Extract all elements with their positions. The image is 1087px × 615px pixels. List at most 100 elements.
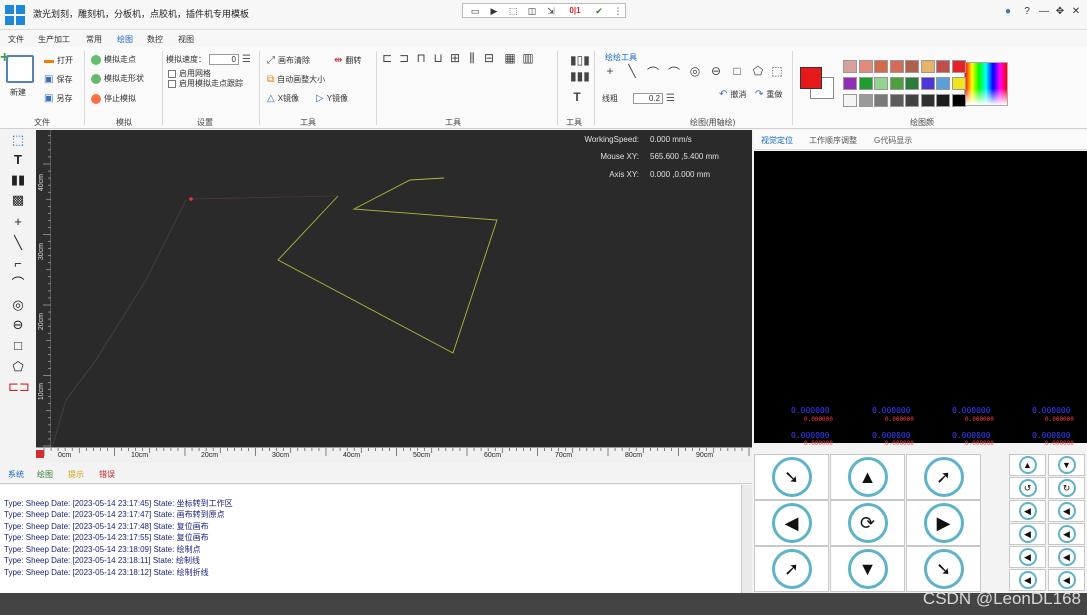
jog-right-button[interactable]: ▶	[906, 500, 981, 546]
sim-speed-input[interactable]: 0	[209, 54, 239, 65]
window-icon[interactable]: ▭	[469, 5, 481, 17]
line-tool-icon[interactable]: ╲	[8, 235, 28, 251]
mirror-y-button[interactable]: ▷ Y镜像	[316, 93, 348, 104]
color-swatch[interactable]	[920, 77, 935, 90]
color-swatch[interactable]	[936, 94, 950, 107]
distribute-h-icon[interactable]: ⫼	[465, 51, 479, 66]
tab-error[interactable]: 错误	[99, 469, 115, 480]
spinner-icon[interactable]: ☰	[666, 93, 675, 104]
clear-canvas-button[interactable]: ⤢ 画布清除	[267, 55, 310, 66]
color-swatch[interactable]	[889, 77, 904, 90]
ellipse-icon[interactable]: ⊖	[709, 64, 723, 78]
tab-production[interactable]: 生产加工	[38, 34, 70, 45]
color-swatch[interactable]	[936, 77, 950, 90]
jog-home-button[interactable]: ⟳	[830, 500, 905, 546]
export-icon[interactable]: ⇲	[545, 5, 557, 17]
ellipse-tool-icon[interactable]: ⊖	[8, 317, 28, 333]
align-right-icon[interactable]: ⊐	[397, 51, 411, 65]
color-swatch[interactable]	[951, 60, 966, 73]
color-swatch[interactable]	[951, 77, 966, 90]
more-icon[interactable]: ⋮	[612, 5, 624, 17]
trace-checkbox[interactable]: 启用模拟走点跟踪	[168, 78, 243, 89]
line-width-input[interactable]: 0.2	[633, 93, 663, 104]
spinner-icon[interactable]: ☰	[242, 54, 251, 65]
color-swatch[interactable]	[858, 60, 873, 73]
barcode-123-icon[interactable]: ▮▮▮	[570, 69, 590, 83]
color-swatch[interactable]	[889, 60, 904, 73]
rectangle-tool-icon[interactable]: □	[8, 338, 28, 354]
point-tool-icon[interactable]: +	[8, 214, 28, 230]
color-swatch[interactable]	[951, 94, 966, 107]
tab-cnc[interactable]: 数控	[147, 34, 163, 45]
simulate-point-button[interactable]: 模拟走点	[91, 54, 136, 65]
color-swatch[interactable]	[889, 94, 904, 107]
check-icon[interactable]: ✔	[593, 5, 605, 17]
flip-button[interactable]: ⇹ 翻转	[334, 55, 361, 66]
arc-tool-icon[interactable]: ⌒	[8, 276, 28, 292]
jog-z-up-button[interactable]: ▲	[1009, 454, 1046, 476]
color-swatch[interactable]	[920, 94, 935, 107]
io-badge[interactable]: 0|1	[564, 5, 586, 17]
undo-button[interactable]: ↶ 撤消	[719, 89, 746, 100]
select-region-icon[interactable]: ⬚	[770, 64, 784, 78]
align-center-icon[interactable]: ⊞	[448, 51, 462, 65]
color-swatch[interactable]	[843, 77, 857, 90]
distribute-v-icon[interactable]: ⊟	[482, 51, 496, 65]
jog-axis-left-button[interactable]: ◀	[1009, 546, 1046, 568]
redo-button[interactable]: ↷ 重做	[755, 89, 782, 100]
grid-icon[interactable]: ▦	[503, 51, 517, 65]
jog-axis-left-button[interactable]: ◀	[1009, 569, 1046, 591]
tab-file[interactable]: 文件	[8, 34, 24, 45]
jog-axis-left-button[interactable]: ◀	[1009, 523, 1046, 545]
qrcode-tool-icon[interactable]: ▩	[8, 192, 28, 208]
tab-drawing[interactable]: 绘图	[37, 469, 53, 480]
maximize-icon[interactable]: ✥	[1053, 6, 1067, 17]
cursor-icon[interactable]: ⬚	[507, 5, 519, 17]
jog-axis-right-button[interactable]: ◀	[1048, 523, 1085, 545]
foreground-color-swatch[interactable]	[800, 67, 822, 89]
new-button[interactable]: 新建	[10, 87, 26, 98]
jog-axis-right-button[interactable]: ◀	[1048, 546, 1085, 568]
tab-work-order[interactable]: 工作顺序调整	[809, 135, 857, 146]
align-bottom-icon[interactable]: ⊔	[431, 51, 445, 65]
barcode-icon[interactable]: ▮▯▮	[570, 53, 590, 67]
close-icon[interactable]: ✕	[1069, 6, 1083, 17]
color-swatch[interactable]	[905, 60, 919, 73]
jog-up-button[interactable]: ▲	[830, 454, 905, 500]
color-swatch[interactable]	[843, 94, 857, 107]
color-swatch[interactable]	[936, 60, 950, 73]
crosshair-icon[interactable]: +	[603, 64, 617, 78]
tab-vision-position[interactable]: 视觉定位	[761, 135, 793, 146]
color-swatch[interactable]	[874, 60, 888, 73]
pentagon-icon[interactable]: ⬠	[751, 64, 765, 78]
jog-axis-right-button[interactable]: ◀	[1048, 500, 1085, 522]
video-icon[interactable]: ▶	[488, 5, 500, 17]
polygon-tool-icon[interactable]: ⬠	[8, 359, 28, 375]
rectangle-icon[interactable]: □	[730, 64, 744, 78]
columns-icon[interactable]: ▥	[521, 51, 535, 65]
help-icon[interactable]: ?	[1020, 6, 1034, 17]
save-button[interactable]: ▣ 保存	[44, 74, 72, 85]
jog-axis-left-button[interactable]: ◀	[1009, 500, 1046, 522]
align-top-icon[interactable]: ⊓	[414, 51, 428, 65]
text-tool-icon[interactable]: T	[8, 152, 28, 168]
open-button[interactable]: ▬ 打开	[44, 55, 73, 66]
tab-view[interactable]: 视图	[178, 34, 194, 45]
mirror-x-button[interactable]: △ X镜像	[267, 93, 299, 104]
arc-icon[interactable]: ⌒	[667, 64, 681, 81]
jog-down-right-button[interactable]: ➘	[906, 546, 981, 592]
color-swatch[interactable]	[874, 94, 888, 107]
new-document-icon[interactable]	[6, 55, 34, 83]
line-icon[interactable]: ╲	[625, 64, 639, 78]
checkbox-icon[interactable]	[168, 79, 176, 88]
color-swatch[interactable]	[843, 60, 857, 73]
tab-system[interactable]: 系统	[8, 469, 24, 480]
checkbox-icon[interactable]	[168, 69, 176, 78]
color-swatch[interactable]	[905, 77, 919, 90]
stop-simulate-button[interactable]: 停止模拟	[91, 93, 136, 104]
tab-common[interactable]: 常用	[86, 34, 102, 45]
jog-down-left-button[interactable]: ➚	[754, 546, 829, 592]
jog-down-button[interactable]: ▼	[830, 546, 905, 592]
tab-gcode[interactable]: G代码显示	[874, 135, 912, 146]
tab-hint[interactable]: 提示	[68, 469, 84, 480]
